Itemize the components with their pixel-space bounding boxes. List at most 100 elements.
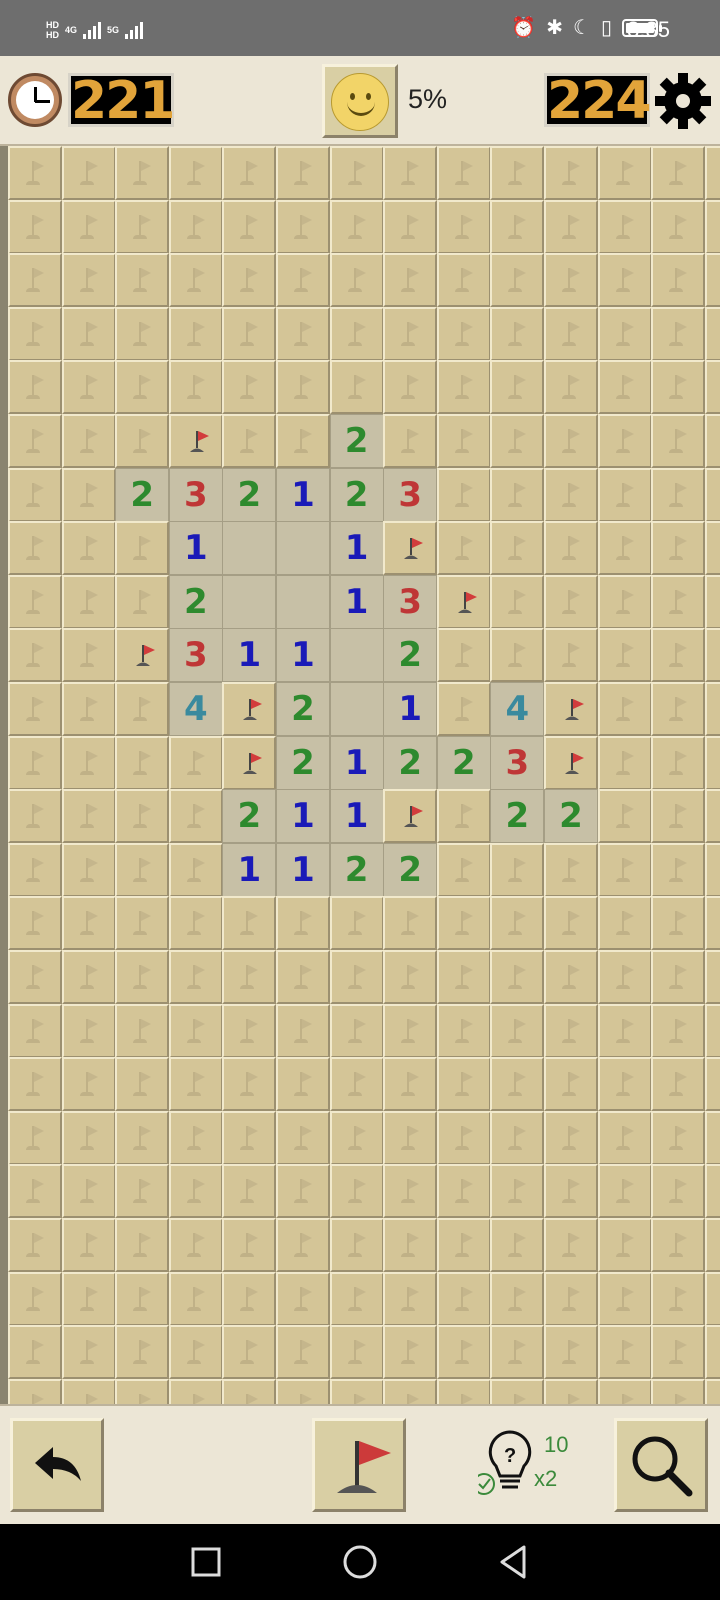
- hidden-cell[interactable]: [704, 574, 720, 629]
- hidden-cell[interactable]: [651, 950, 706, 1004]
- hidden-cell[interactable]: [276, 1003, 330, 1058]
- hidden-cell[interactable]: [276, 253, 330, 308]
- number-cell[interactable]: 2: [222, 789, 277, 844]
- hidden-cell[interactable]: [8, 414, 62, 468]
- hidden-cell[interactable]: [651, 574, 706, 629]
- hidden-cell[interactable]: [115, 1218, 170, 1272]
- hidden-cell[interactable]: [544, 1164, 598, 1219]
- hidden-cell[interactable]: [8, 628, 62, 683]
- number-cell[interactable]: 1: [383, 682, 438, 736]
- hidden-cell[interactable]: [61, 199, 116, 254]
- number-cell[interactable]: 2: [276, 735, 330, 790]
- hidden-cell[interactable]: [61, 1325, 116, 1380]
- hidden-cell[interactable]: [276, 1378, 330, 1404]
- hidden-cell[interactable]: [436, 789, 491, 844]
- hidden-cell[interactable]: [651, 1110, 706, 1165]
- number-cell[interactable]: 3: [168, 467, 223, 522]
- hidden-cell[interactable]: [61, 1271, 116, 1326]
- number-cell[interactable]: 2: [383, 842, 438, 897]
- hidden-cell[interactable]: [276, 1057, 330, 1112]
- number-cell[interactable]: 4: [490, 682, 545, 736]
- number-cell[interactable]: 3: [490, 735, 545, 790]
- hidden-cell[interactable]: [436, 1164, 491, 1219]
- hidden-cell[interactable]: [544, 360, 598, 415]
- hidden-cell[interactable]: [329, 1378, 384, 1404]
- hidden-cell[interactable]: [651, 199, 706, 254]
- home-circle-icon[interactable]: [340, 1542, 380, 1582]
- hidden-cell[interactable]: [276, 896, 330, 951]
- hidden-cell[interactable]: [490, 306, 545, 361]
- hidden-cell[interactable]: [704, 1110, 720, 1165]
- hidden-cell[interactable]: [222, 199, 277, 254]
- hidden-cell[interactable]: [383, 306, 438, 361]
- flagged-cell[interactable]: [383, 789, 438, 844]
- hidden-cell[interactable]: [704, 1271, 720, 1326]
- hidden-cell[interactable]: [61, 360, 116, 415]
- hidden-cell[interactable]: [651, 1325, 706, 1380]
- number-cell[interactable]: 1: [168, 521, 223, 576]
- hidden-cell[interactable]: [115, 199, 170, 254]
- hidden-cell[interactable]: [544, 628, 598, 683]
- hidden-cell[interactable]: [329, 1218, 384, 1272]
- hidden-cell[interactable]: [168, 253, 223, 308]
- hidden-cell[interactable]: [115, 735, 170, 790]
- hidden-cell[interactable]: [115, 1271, 170, 1326]
- hidden-cell[interactable]: [8, 574, 62, 629]
- flagged-cell[interactable]: [544, 735, 598, 790]
- hidden-cell[interactable]: [597, 1003, 652, 1058]
- hidden-cell[interactable]: [115, 306, 170, 361]
- hidden-cell[interactable]: [490, 253, 545, 308]
- hidden-cell[interactable]: [61, 521, 116, 576]
- number-cell[interactable]: 2: [168, 574, 223, 629]
- hidden-cell[interactable]: [597, 1218, 652, 1272]
- hidden-cell[interactable]: [544, 896, 598, 951]
- flagged-cell[interactable]: [222, 735, 277, 790]
- hidden-cell[interactable]: [490, 842, 545, 897]
- hidden-cell[interactable]: [168, 1271, 223, 1326]
- hidden-cell[interactable]: [436, 1057, 491, 1112]
- number-cell[interactable]: 2: [222, 467, 277, 522]
- hidden-cell[interactable]: [383, 1003, 438, 1058]
- hidden-cell[interactable]: [544, 1110, 598, 1165]
- hidden-cell[interactable]: [61, 1164, 116, 1219]
- hidden-cell[interactable]: [383, 414, 438, 468]
- hidden-cell[interactable]: [329, 1164, 384, 1219]
- hidden-cell[interactable]: [490, 1378, 545, 1404]
- minefield-board[interactable]: 2232123112133112421421223211221122: [0, 146, 720, 1404]
- hidden-cell[interactable]: [597, 521, 652, 576]
- number-cell[interactable]: 1: [222, 842, 277, 897]
- hidden-cell[interactable]: [651, 146, 706, 200]
- hidden-cell[interactable]: [383, 253, 438, 308]
- hidden-cell[interactable]: [8, 199, 62, 254]
- hidden-cell[interactable]: [61, 1110, 116, 1165]
- settings-gear-icon[interactable]: [654, 72, 712, 130]
- hidden-cell[interactable]: [597, 682, 652, 736]
- number-cell[interactable]: 2: [490, 789, 545, 844]
- hidden-cell[interactable]: [704, 789, 720, 844]
- hidden-cell[interactable]: [115, 414, 170, 468]
- hidden-cell[interactable]: [704, 146, 720, 200]
- hidden-cell[interactable]: [222, 1325, 277, 1380]
- hidden-cell[interactable]: [276, 1271, 330, 1326]
- hidden-cell[interactable]: [704, 467, 720, 522]
- hidden-cell[interactable]: [597, 1271, 652, 1326]
- hidden-cell[interactable]: [8, 1378, 62, 1404]
- hidden-cell[interactable]: [168, 735, 223, 790]
- hidden-cell[interactable]: [383, 950, 438, 1004]
- hidden-cell[interactable]: [61, 896, 116, 951]
- hidden-cell[interactable]: [8, 735, 62, 790]
- hidden-cell[interactable]: [383, 199, 438, 254]
- hidden-cell[interactable]: [597, 950, 652, 1004]
- hidden-cell[interactable]: [544, 467, 598, 522]
- hidden-cell[interactable]: [704, 1003, 720, 1058]
- hidden-cell[interactable]: [383, 1325, 438, 1380]
- hidden-cell[interactable]: [704, 628, 720, 683]
- hidden-cell[interactable]: [222, 1378, 277, 1404]
- hidden-cell[interactable]: [61, 682, 116, 736]
- hidden-cell[interactable]: [436, 628, 491, 683]
- hidden-cell[interactable]: [490, 467, 545, 522]
- hidden-cell[interactable]: [168, 146, 223, 200]
- hidden-cell[interactable]: [61, 1218, 116, 1272]
- hidden-cell[interactable]: [436, 360, 491, 415]
- hidden-cell[interactable]: [490, 950, 545, 1004]
